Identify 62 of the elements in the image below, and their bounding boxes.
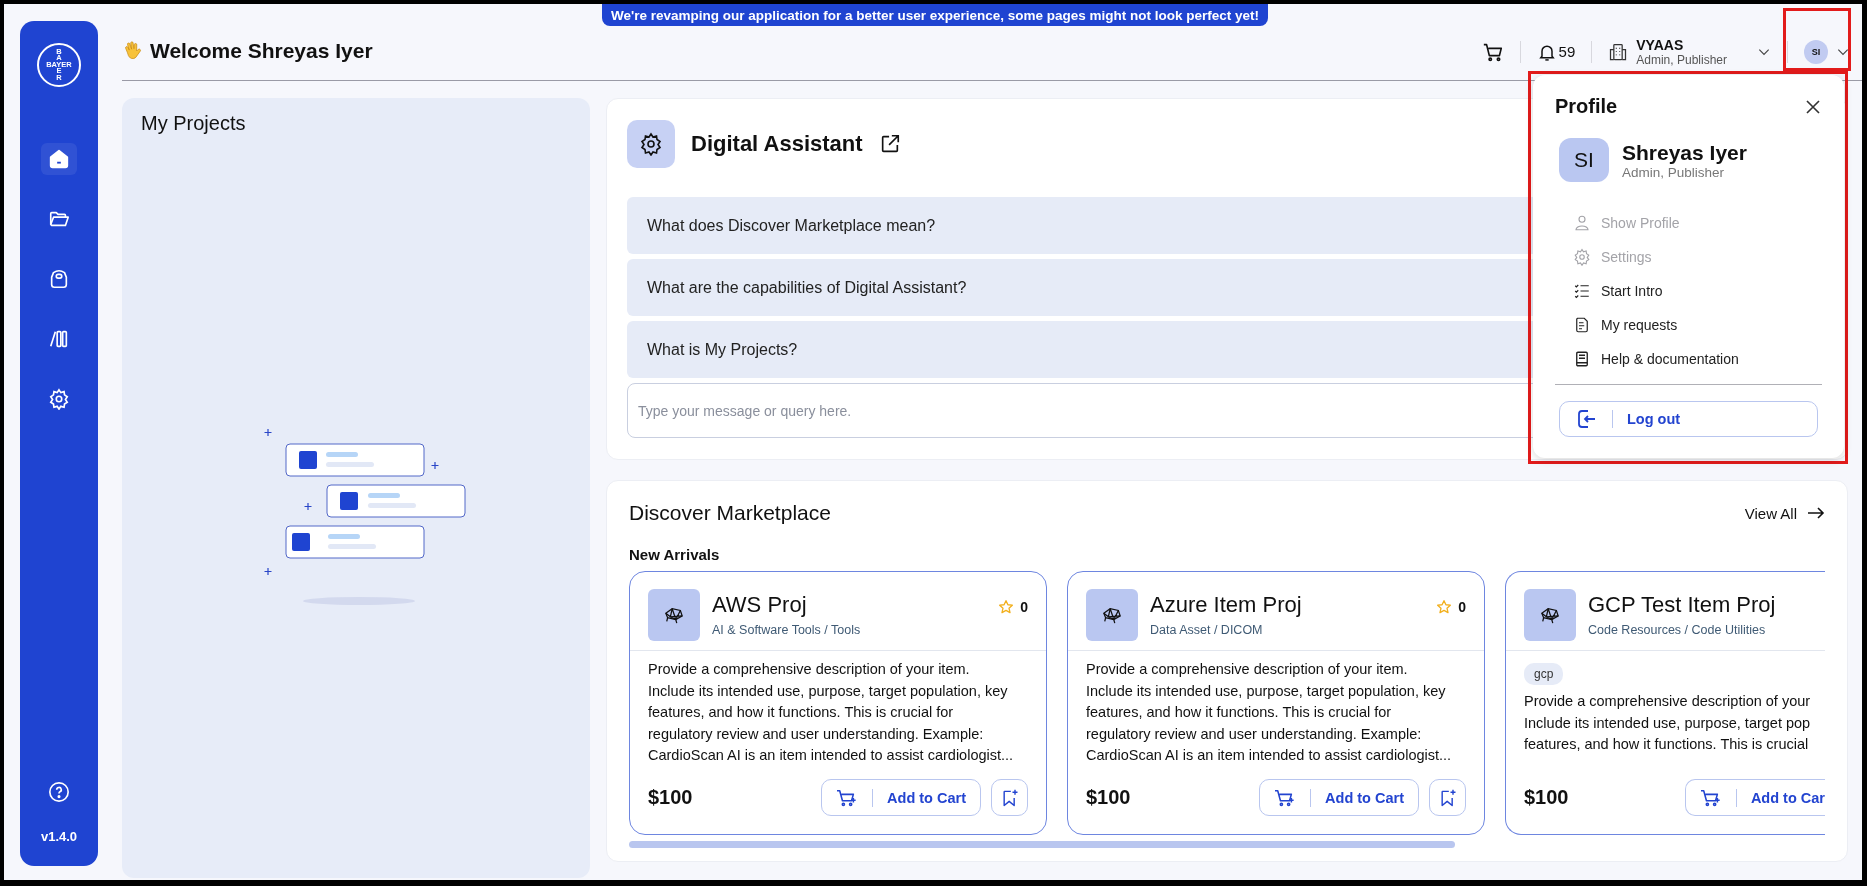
waving-hand-icon xyxy=(122,39,144,62)
product-description: Provide a comprehensive description of your item. Include its intended use, purpose, target population, key features, and how it functions. This is crucial for regulatory review and user understanding. Example: CardioScan AI is an item intended to assist cardiologist... xyxy=(648,660,1015,765)
close-icon[interactable] xyxy=(1804,97,1822,116)
star-icon xyxy=(1436,599,1453,615)
bookmark-button[interactable] xyxy=(991,779,1028,816)
welcome-heading: Welcome Shreyas Iyer xyxy=(150,38,373,63)
tag-chip: gcp xyxy=(1524,663,1564,685)
view-all-link[interactable]: View All xyxy=(1744,504,1825,522)
organization-roles: Admin, Publisher xyxy=(1636,52,1727,67)
product-card[interactable] xyxy=(1067,571,1485,835)
add-to-cart-button[interactable]: Add to Cart xyxy=(1259,779,1419,816)
version-label: v1.4.0 xyxy=(40,829,78,844)
rating-count: 0 xyxy=(1020,599,1028,615)
product-category: AI & Software Tools / Tools xyxy=(712,623,862,637)
card-title: Digital Assistant xyxy=(691,131,863,157)
help-icon[interactable] xyxy=(48,781,70,803)
scrollbar[interactable] xyxy=(629,841,1455,848)
book-icon[interactable] xyxy=(1573,350,1591,368)
section-title: Discover Marketplace xyxy=(629,501,831,525)
subsection-title: New Arrivals xyxy=(629,546,721,563)
organization-name: VYAAS xyxy=(1636,36,1685,53)
cart-icon[interactable] xyxy=(836,787,859,808)
network-icon xyxy=(648,589,700,641)
network-icon xyxy=(1086,589,1138,641)
product-name: AWS Proj xyxy=(712,592,808,618)
product-name: GCP Test Item Proj xyxy=(1588,592,1777,618)
checklist-icon[interactable] xyxy=(1573,282,1591,300)
gear-icon xyxy=(627,120,675,168)
arrow-right-icon[interactable] xyxy=(1807,507,1825,519)
product-card[interactable] xyxy=(1505,571,1825,835)
notification-count: 59 xyxy=(1558,43,1576,60)
bag-icon[interactable] xyxy=(48,268,70,290)
product-price: $100 xyxy=(1524,786,1569,809)
profile-roles: Admin, Publisher xyxy=(1622,164,1726,180)
network-icon xyxy=(1524,589,1576,641)
logout-button[interactable]: Log out xyxy=(1559,401,1818,437)
library-icon[interactable] xyxy=(48,328,70,350)
profile-avatar: SI xyxy=(1559,138,1609,182)
bookmark-button[interactable] xyxy=(1429,779,1466,816)
product-card[interactable] xyxy=(629,571,1047,835)
dropdown-title: Profile xyxy=(1555,95,1618,118)
product-price: $100 xyxy=(1086,786,1131,809)
product-description: Provide a comprehensive description of your item. Include its intended use, purpose, target population, key features, and how it functions. This is crucial for regulatory review and user understanding. Example: CardioScan AI is an item intended to assist cardiologist... xyxy=(1086,660,1453,765)
product-name: Azure Item Proj xyxy=(1150,592,1303,618)
star-icon xyxy=(998,599,1015,615)
product-category: Data Asset / DICOM xyxy=(1150,623,1264,637)
add-to-cart-button[interactable]: Add to Cart xyxy=(821,779,981,816)
panel-title: My Projects xyxy=(141,112,247,135)
document-icon[interactable] xyxy=(1573,316,1591,334)
home-icon[interactable] xyxy=(48,148,70,170)
menu-item[interactable]: Help & documentation xyxy=(1555,342,1822,376)
cart-icon[interactable] xyxy=(1699,787,1722,808)
product-category: Code Resources / Code Utilities xyxy=(1588,623,1767,637)
notice-banner: We're revamping our application for a better user experience, some pages might not look perfect yet! xyxy=(602,4,1268,26)
add-to-cart-button[interactable]: Add to Car xyxy=(1684,779,1825,816)
user-avatar[interactable]: SI xyxy=(1804,39,1828,64)
cart-icon[interactable] xyxy=(1274,787,1297,808)
product-price: $100 xyxy=(648,786,693,809)
home-nav-button[interactable] xyxy=(41,143,77,175)
rating-count: 0 xyxy=(1458,599,1466,615)
profile-name: Shreyas Iyer xyxy=(1622,140,1747,165)
menu-item[interactable]: Start Intro xyxy=(1555,274,1822,308)
